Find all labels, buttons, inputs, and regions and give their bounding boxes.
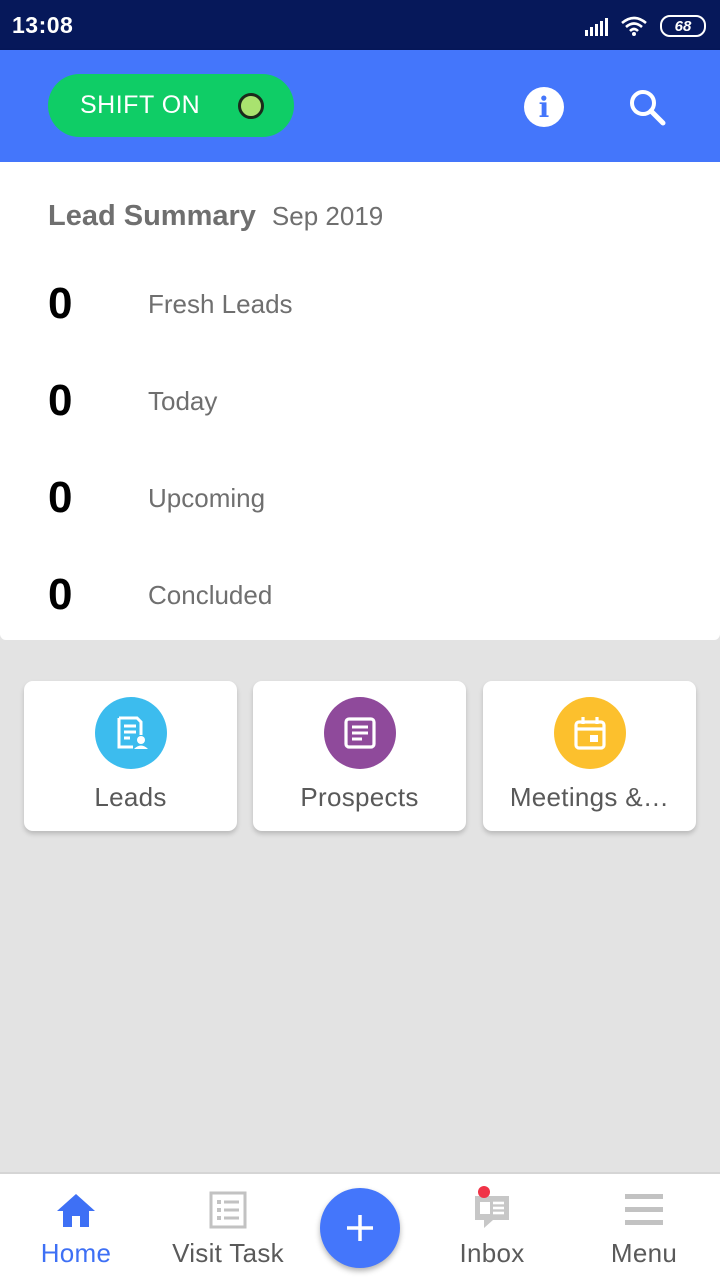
summary-label: Today: [148, 385, 218, 416]
inbox-icon: [470, 1186, 514, 1232]
lead-summary-card: Lead Summary Sep 2019 0 Fresh Leads 0 To…: [0, 162, 720, 640]
nav-item-home[interactable]: Home: [4, 1188, 148, 1278]
tile-prospects[interactable]: Prospects: [253, 681, 466, 831]
summary-label: Upcoming: [148, 482, 266, 513]
summary-count: 0: [48, 473, 73, 522]
document-icon: [324, 697, 396, 769]
summary-label: Concluded: [148, 579, 273, 610]
shift-status-dot-icon: [238, 93, 264, 119]
tile-meetings[interactable]: Meetings &…: [483, 681, 696, 831]
summary-label: Fresh Leads: [148, 288, 293, 319]
status-time: 13:08: [12, 12, 74, 38]
shift-label: SHIFT ON: [80, 91, 201, 119]
tile-label: Prospects: [300, 782, 419, 812]
tile-label: Leads: [94, 782, 167, 812]
summary-row-concluded[interactable]: 0 Concluded: [48, 570, 272, 620]
nav-label: Inbox: [459, 1238, 525, 1268]
summary-count: 0: [48, 279, 73, 328]
nav-label: Menu: [610, 1238, 678, 1268]
add-button[interactable]: [320, 1188, 400, 1268]
tile-leads[interactable]: Leads: [24, 681, 237, 831]
shift-toggle[interactable]: SHIFT ON: [48, 74, 294, 137]
nav-item-inbox[interactable]: Inbox: [420, 1186, 564, 1278]
battery-icon: 68: [660, 15, 706, 37]
summary-row-fresh-leads[interactable]: 0 Fresh Leads: [48, 279, 293, 329]
nav-label: Visit Task: [172, 1238, 284, 1268]
plus-icon: [347, 1215, 373, 1241]
summary-period: Sep 2019: [271, 201, 384, 231]
summary-count: 0: [48, 570, 73, 619]
notification-badge: [478, 1186, 490, 1198]
nav-label: Home: [40, 1238, 112, 1268]
search-icon[interactable]: [624, 84, 670, 130]
lead-card-icon: [95, 697, 167, 769]
wifi-icon: [621, 16, 647, 36]
menu-icon: [622, 1188, 666, 1232]
summary-count: 0: [48, 376, 73, 425]
calendar-icon: [554, 697, 626, 769]
task-list-icon: [206, 1188, 250, 1232]
signal-icon: [585, 16, 608, 36]
nav-item-menu[interactable]: Menu: [572, 1188, 716, 1278]
summary-row-upcoming[interactable]: 0 Upcoming: [48, 473, 265, 523]
status-bar: 13:08 68: [0, 0, 720, 50]
summary-title: Lead Summary: [48, 200, 256, 232]
nav-item-visit-task[interactable]: Visit Task: [156, 1188, 300, 1278]
summary-row-today[interactable]: 0 Today: [48, 376, 217, 426]
summary-header: Lead Summary Sep 2019: [48, 200, 383, 233]
bottom-nav: Home Visit Task Inbox Menu: [0, 1172, 720, 1280]
app-bar: SHIFT ON i: [0, 50, 720, 162]
tile-label: Meetings &…: [509, 782, 670, 812]
info-icon[interactable]: i: [524, 87, 564, 127]
status-icons: 68: [585, 12, 706, 40]
home-icon: [54, 1188, 98, 1232]
